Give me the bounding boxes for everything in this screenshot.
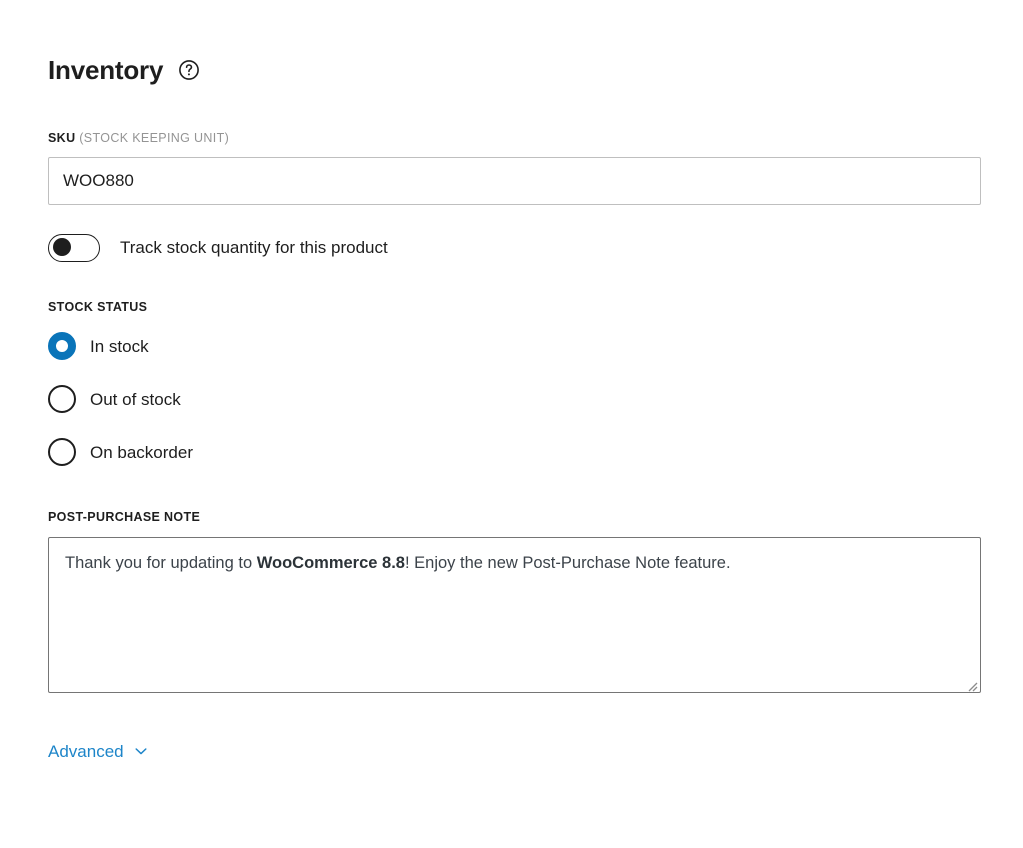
radio-indicator-out-of-stock[interactable] — [48, 385, 76, 413]
help-circle-icon[interactable] — [177, 58, 201, 82]
radio-option-out-of-stock[interactable]: Out of stock — [48, 384, 975, 414]
textarea-resize-handle[interactable] — [964, 676, 978, 691]
radio-indicator-in-stock[interactable] — [48, 332, 76, 360]
stock-status-group: STOCK STATUS In stock Out of stock On ba… — [48, 299, 975, 468]
post-purchase-note-textarea[interactable]: Thank you for updating to WooCommerce 8.… — [48, 536, 981, 693]
inventory-panel: Inventory SKU (STOCK KEEPING UNIT) Track… — [0, 0, 1023, 848]
note-text-bold: WooCommerce 8.8 — [256, 553, 405, 572]
sku-field-group: SKU (STOCK KEEPING UNIT) — [48, 132, 981, 205]
page-title: Inventory — [48, 55, 164, 85]
toggle-knob — [53, 238, 71, 256]
post-purchase-note-group: POST-PURCHASE NOTE Thank you for updatin… — [48, 510, 981, 693]
radio-label-on-backorder: On backorder — [90, 442, 193, 462]
post-purchase-note-label: POST-PURCHASE NOTE — [48, 510, 201, 524]
section-header: Inventory — [48, 0, 975, 92]
sku-label: SKU (STOCK KEEPING UNIT) — [48, 132, 975, 145]
track-stock-label: Track stock quantity for this product — [120, 238, 388, 257]
chevron-down-icon[interactable] — [133, 743, 149, 759]
track-stock-toggle[interactable] — [48, 233, 100, 262]
sku-input[interactable] — [48, 156, 981, 205]
sku-label-hint: (STOCK KEEPING UNIT) — [79, 131, 230, 145]
radio-option-in-stock[interactable]: In stock — [48, 331, 975, 361]
radio-label-out-of-stock: Out of stock — [90, 389, 181, 409]
stock-status-label: STOCK STATUS — [48, 299, 148, 314]
note-text-before: Thank you for updating to — [65, 553, 257, 572]
radio-indicator-on-backorder[interactable] — [48, 438, 76, 466]
note-text-after: ! Enjoy the new Post-Purchase Note featu… — [404, 553, 731, 572]
track-stock-row[interactable]: Track stock quantity for this product — [48, 233, 975, 263]
stock-status-radio-list: In stock Out of stock On backorder — [48, 331, 975, 467]
radio-option-on-backorder[interactable]: On backorder — [48, 437, 975, 467]
advanced-label: Advanced — [48, 741, 124, 761]
sku-label-text: SKU — [48, 131, 76, 145]
radio-label-in-stock: In stock — [90, 336, 149, 356]
advanced-toggle-link[interactable]: Advanced — [48, 743, 149, 760]
